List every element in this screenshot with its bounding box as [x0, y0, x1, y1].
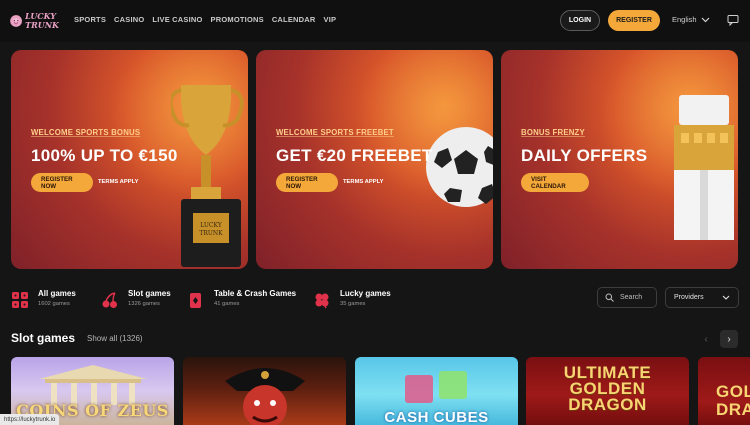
providers-dropdown[interactable]: Providers [665, 287, 739, 308]
language-label: English [672, 15, 697, 24]
game-title: ULTIMATE GOLDEN DRAGON [563, 363, 652, 414]
show-all-link[interactable]: Show all (1326) [87, 334, 143, 343]
search-placeholder: Search [620, 294, 643, 301]
nav-sports[interactable]: SPORTS [74, 15, 106, 24]
category-title: Slot games [128, 289, 171, 298]
category-all-games[interactable]: All games 1602 games [11, 289, 101, 309]
category-title: Lucky games [340, 289, 391, 298]
banner-kicker: WELCOME SPORTS FREEBET [276, 128, 394, 137]
browser-status-url: https://luckytrunk.io [0, 414, 60, 425]
visit-calendar-button[interactable]: VISIT CALENDAR [521, 173, 589, 192]
terms-apply-link[interactable]: TERMS APPLY [98, 179, 138, 185]
logo-text: LUCKY TRUNK [25, 11, 59, 30]
game-tile-cash-cubes[interactable]: CASH CUBES [355, 357, 518, 425]
page: LUCKY TRUNK SPORTS CASINO LIVE CASINO PR… [0, 0, 750, 425]
nav-casino[interactable]: CASINO [114, 15, 144, 24]
lucky-trunk-logo[interactable]: LUCKY TRUNK [9, 7, 65, 35]
banner-kicker: WELCOME SPORTS BONUS [31, 128, 141, 137]
terms-apply-link[interactable]: TERMS APPLY [343, 179, 383, 185]
register-now-button[interactable]: REGISTER NOW [276, 173, 338, 192]
game-categories: All games 1602 games Slot games 1326 gam… [11, 289, 403, 309]
temple-icon [39, 365, 147, 405]
banner-headline: GET €20 FREEBET [276, 146, 433, 165]
search-input[interactable]: Search [597, 287, 657, 308]
category-count: 1326 games [128, 301, 160, 307]
language-selector[interactable]: English [672, 15, 710, 24]
carousel-prev-button[interactable]: ‹ [697, 330, 715, 348]
top-navigation-bar: LUCKY TRUNK SPORTS CASINO LIVE CASINO PR… [0, 0, 750, 42]
dice-icon [12, 292, 28, 308]
nav-promotions[interactable]: PROMOTIONS [211, 15, 264, 24]
register-button[interactable]: REGISTER [608, 10, 660, 31]
svg-text:TRUNK: TRUNK [199, 230, 223, 237]
chevron-down-icon [701, 17, 710, 22]
logo-elephant-icon [10, 15, 22, 27]
category-table-crash-games[interactable]: Table & Crash Games 41 games [187, 289, 313, 309]
main-nav: SPORTS CASINO LIVE CASINO PROMOTIONS CAL… [74, 15, 344, 24]
banner-headline: 100% UP TO €150 [31, 146, 178, 165]
carousel-next-button[interactable]: › [720, 330, 738, 348]
game-tile-ultimate-golden-dragon[interactable]: ULTIMATE GOLDEN DRAGON [526, 357, 689, 425]
svg-text:LUCKY: LUCKY [200, 222, 223, 229]
nav-vip[interactable]: VIP [324, 15, 337, 24]
cubes-icon [405, 371, 467, 403]
login-button[interactable]: LOGIN [560, 10, 600, 31]
search-icon [605, 293, 614, 302]
providers-label: Providers [674, 294, 704, 301]
banner-headline: DAILY OFFERS [521, 146, 648, 165]
chat-icon[interactable] [727, 14, 739, 26]
category-slot-games[interactable]: Slot games 1326 games [101, 289, 187, 309]
pirate-character-icon [225, 368, 305, 425]
category-count: 35 games [340, 301, 366, 307]
cherry-icon [102, 292, 117, 308]
chevron-left-icon: ‹ [704, 333, 708, 345]
nav-live-casino[interactable]: LIVE CASINO [152, 15, 202, 24]
category-count: 1602 games [38, 301, 70, 307]
category-title: Table & Crash Games [214, 289, 297, 298]
clover-icon [315, 293, 329, 309]
category-count: 41 games [214, 301, 240, 307]
chevron-down-icon [722, 295, 730, 300]
chevron-right-icon: › [727, 333, 731, 345]
game-title: CASH CUBES [384, 409, 489, 425]
promo-banner-sports-bonus[interactable]: LUCKY TRUNK WELCOME SPORTS BONUS 100% UP… [11, 50, 248, 269]
register-now-button[interactable]: REGISTER NOW [31, 173, 93, 192]
promo-banner-sports-freebet[interactable]: WELCOME SPORTS FREEBET GET €20 FREEBET R… [256, 50, 493, 269]
category-lucky-games[interactable]: Lucky games 35 games [313, 289, 403, 309]
slot-games-heading: Slot games [11, 331, 76, 345]
nav-calendar[interactable]: CALENDAR [272, 15, 316, 24]
promo-banner-bonus-frenzy[interactable]: BONUS FRENZY DAILY OFFERS VISIT CALENDAR [501, 50, 738, 269]
banner-kicker: BONUS FRENZY [521, 128, 585, 137]
trophy-icon: LUCKY TRUNK [171, 85, 244, 267]
football-icon [426, 127, 493, 207]
cards-icon [190, 293, 201, 308]
category-title: All games [38, 289, 76, 298]
game-tile-pirate[interactable] [183, 357, 346, 425]
game-tile-golden-dragon[interactable]: GOLDEN DRAGON [698, 357, 750, 425]
game-title: GOLDEN DRAGON [716, 382, 750, 419]
gift-box-icon [674, 95, 734, 240]
